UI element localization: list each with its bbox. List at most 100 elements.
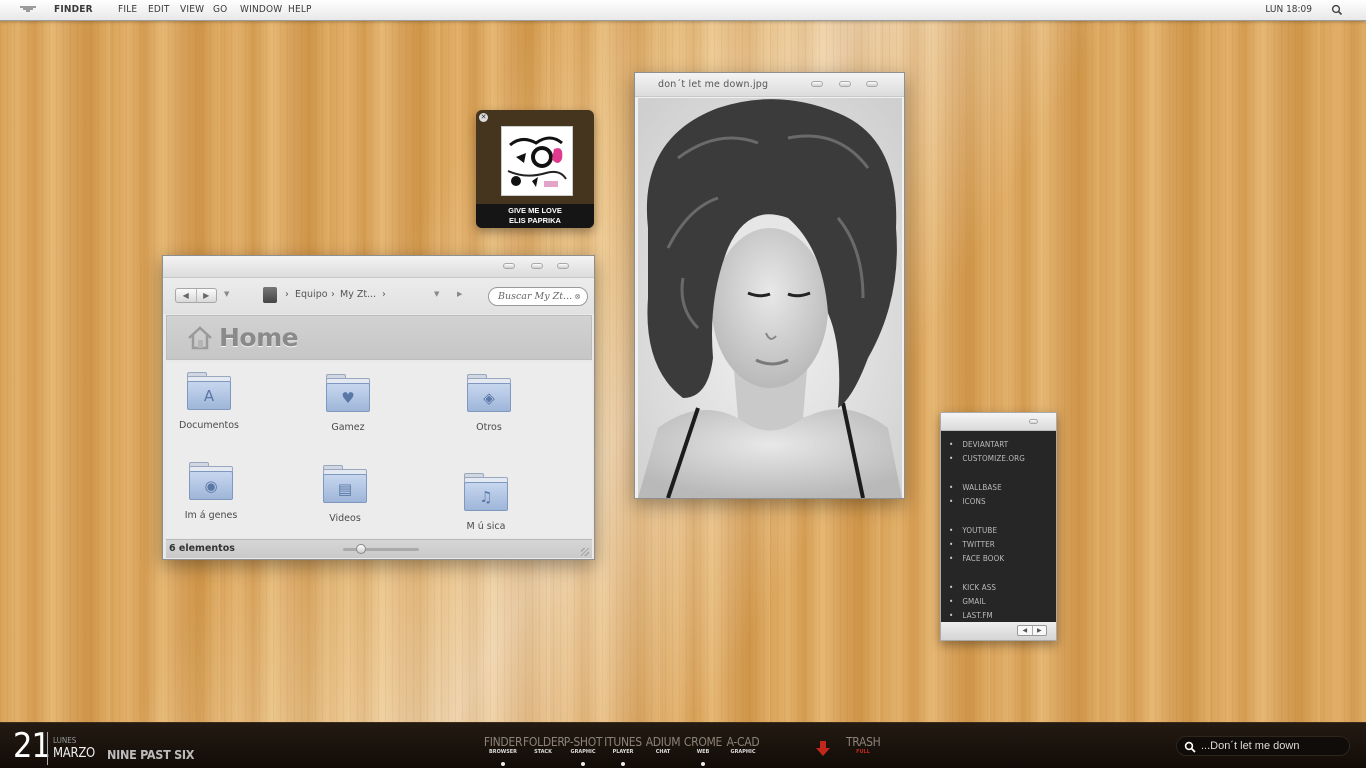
bottom-dock: 21 LUNES MARZO NINE PAST SIX FINDER BROWS… [0, 722, 1366, 768]
time-in-words: NINE PAST SIX [107, 747, 195, 762]
date-weekday: LUNES [53, 736, 77, 745]
search-placeholder: Buscar My Zt... [498, 291, 573, 302]
links-pager: ◀ ▶ [1017, 625, 1047, 636]
folder-item[interactable]: ♥ Gamez [293, 374, 403, 433]
link-item[interactable]: GMAIL [949, 595, 1025, 609]
folder-item[interactable]: A Documentos [154, 372, 264, 431]
path-dropdown-icon[interactable]: ▼ [434, 290, 439, 298]
spotlight-search-icon[interactable] [1330, 2, 1344, 18]
menu-go[interactable]: GO [213, 4, 227, 15]
nav-buttons: ◀ ▶ [175, 288, 217, 303]
dock-item-crome[interactable]: CROME WEB [683, 735, 723, 766]
finder-window: ◀ ▶ ▼ › Equipo › My Zt... › ▼ ▶ Buscar M… [162, 255, 595, 560]
forward-button[interactable]: ▶ [195, 289, 217, 302]
menu-help[interactable]: HELP [288, 4, 312, 15]
dock-item-folder[interactable]: FOLDER STACK [523, 735, 565, 756]
dock-item-name: FINDER [483, 735, 523, 749]
link-item[interactable]: FACE BOOK [949, 552, 1025, 566]
link-item[interactable]: LAST.FM [949, 609, 1025, 623]
folder-icon: ◈ [467, 374, 511, 412]
dropbox-icon: ◈ [483, 389, 495, 407]
folder-label: Videos [329, 513, 361, 524]
link-item[interactable]: KICK ASS [949, 581, 1025, 595]
finder-toolbar: ◀ ▶ ▼ › Equipo › My Zt... › ▼ ▶ Buscar M… [163, 278, 594, 314]
menu-file[interactable]: FILE [118, 4, 137, 15]
dock-item-name: ADIUM [645, 735, 681, 749]
song-title: GIVE ME LOVE [508, 206, 562, 215]
minimize-button[interactable] [503, 263, 515, 269]
dock-item-trash[interactable]: TRASH FULL [846, 735, 881, 756]
finder-search-input[interactable]: Buscar My Zt... ⊗ [488, 287, 588, 306]
history-dropdown-icon[interactable]: ▼ [224, 290, 229, 298]
viewer-minimize-button[interactable] [811, 81, 823, 87]
links-prev-button[interactable]: ◀ [1018, 626, 1032, 635]
links-widget: DEVIANTARTCUSTOMIZE.ORG WALLBASEICONS YOUT… [940, 412, 1057, 641]
viewer-zoom-button[interactable] [839, 81, 851, 87]
folder-icon: ♫ [464, 473, 508, 511]
photo-image [638, 98, 902, 498]
now-playing-widget: ✕ GIVE ME LOVE ELIS PAPRIKA [476, 110, 594, 228]
download-arrow-icon[interactable] [816, 741, 830, 757]
zoom-button[interactable] [531, 263, 543, 269]
viewer-titlebar[interactable]: don´t let me down.jpg [635, 73, 904, 97]
menu-bar: FINDER FILE EDIT VIEW GO WINDOW HELP LUN… [0, 0, 1366, 21]
dock-search-input[interactable]: ...Don´t let me down [1176, 736, 1350, 756]
computer-icon [263, 287, 277, 303]
dock-item-adium[interactable]: ADIUM CHAT [643, 735, 683, 756]
folder-item[interactable]: ▤ Videos [290, 465, 400, 524]
slider-knob[interactable] [356, 544, 367, 554]
menu-window[interactable]: WINDOW [240, 4, 282, 15]
menu-clock[interactable]: LUN 18:09 [1265, 4, 1312, 15]
search-icon [1184, 741, 1196, 753]
close-button[interactable] [557, 263, 569, 269]
dock-item-sub: PLAYER [612, 749, 634, 755]
dock-item-finder[interactable]: FINDER BROWSER [483, 735, 523, 766]
dock-item-itunes[interactable]: ITUNES PLAYER [603, 735, 643, 766]
folder-item[interactable]: ♫ M ú sica [431, 473, 541, 532]
link-item[interactable]: DEVIANTART [949, 438, 1025, 452]
back-button[interactable]: ◀ [176, 289, 196, 302]
dock-item-sub: FULL [856, 749, 870, 755]
link-item[interactable]: WALLBASE [949, 481, 1025, 495]
dock-item-name: P-SHOT [563, 735, 603, 749]
dock-item-sub: WEB [696, 749, 710, 755]
folder-label: Otros [476, 422, 502, 433]
running-indicator [621, 762, 625, 766]
folder-label: Documentos [179, 420, 239, 431]
viewer-close-button[interactable] [866, 81, 878, 87]
link-item[interactable]: YOUTUBE [949, 524, 1025, 538]
folder-item[interactable]: ◉ Im á genes [156, 462, 266, 521]
path-next-icon[interactable]: ▶ [457, 290, 462, 298]
resize-grip-icon[interactable] [581, 548, 589, 556]
breadcrumb-current[interactable]: My Zt... [340, 289, 376, 300]
item-count: 6 elementos [169, 543, 235, 554]
song-artist: ELIS PAPRIKA [509, 216, 561, 225]
breadcrumb-equipo[interactable]: Equipo [295, 289, 328, 300]
now-playing-caption: GIVE ME LOVE ELIS PAPRIKA [476, 204, 594, 228]
location-header: Home [166, 315, 592, 360]
links-titlebar[interactable] [941, 413, 1056, 431]
apple-logo-icon[interactable] [19, 4, 37, 16]
dock-item-name: TRASH [846, 735, 881, 749]
menu-edit[interactable]: EDIT [148, 4, 170, 15]
icon-size-slider[interactable] [343, 544, 419, 554]
album-cover [501, 126, 573, 196]
folder-icon: ♥ [326, 374, 370, 412]
finder-titlebar[interactable] [163, 256, 594, 278]
link-item[interactable]: ICONS [949, 495, 1025, 509]
music-note-icon: ♫ [479, 488, 493, 506]
clear-search-icon[interactable]: ⊗ [574, 288, 581, 305]
close-icon[interactable]: ✕ [479, 113, 488, 122]
dock-item-a-cad[interactable]: A-CAD GRAPHIC [723, 735, 763, 756]
finder-statusbar: 6 elementos [166, 539, 592, 558]
running-indicator [701, 762, 705, 766]
folder-item[interactable]: ◈ Otros [434, 374, 544, 433]
link-item[interactable]: TWITTER [949, 538, 1025, 552]
links-close-button[interactable] [1029, 419, 1038, 424]
links-next-button[interactable]: ▶ [1031, 626, 1047, 635]
link-item[interactable]: CUSTOMIZE.ORG [949, 452, 1025, 466]
home-icon [187, 325, 213, 351]
dock-item-p-shot[interactable]: P-SHOT GRAPHIC [563, 735, 603, 766]
applications-icon: A [203, 387, 215, 405]
menu-view[interactable]: VIEW [180, 4, 204, 15]
